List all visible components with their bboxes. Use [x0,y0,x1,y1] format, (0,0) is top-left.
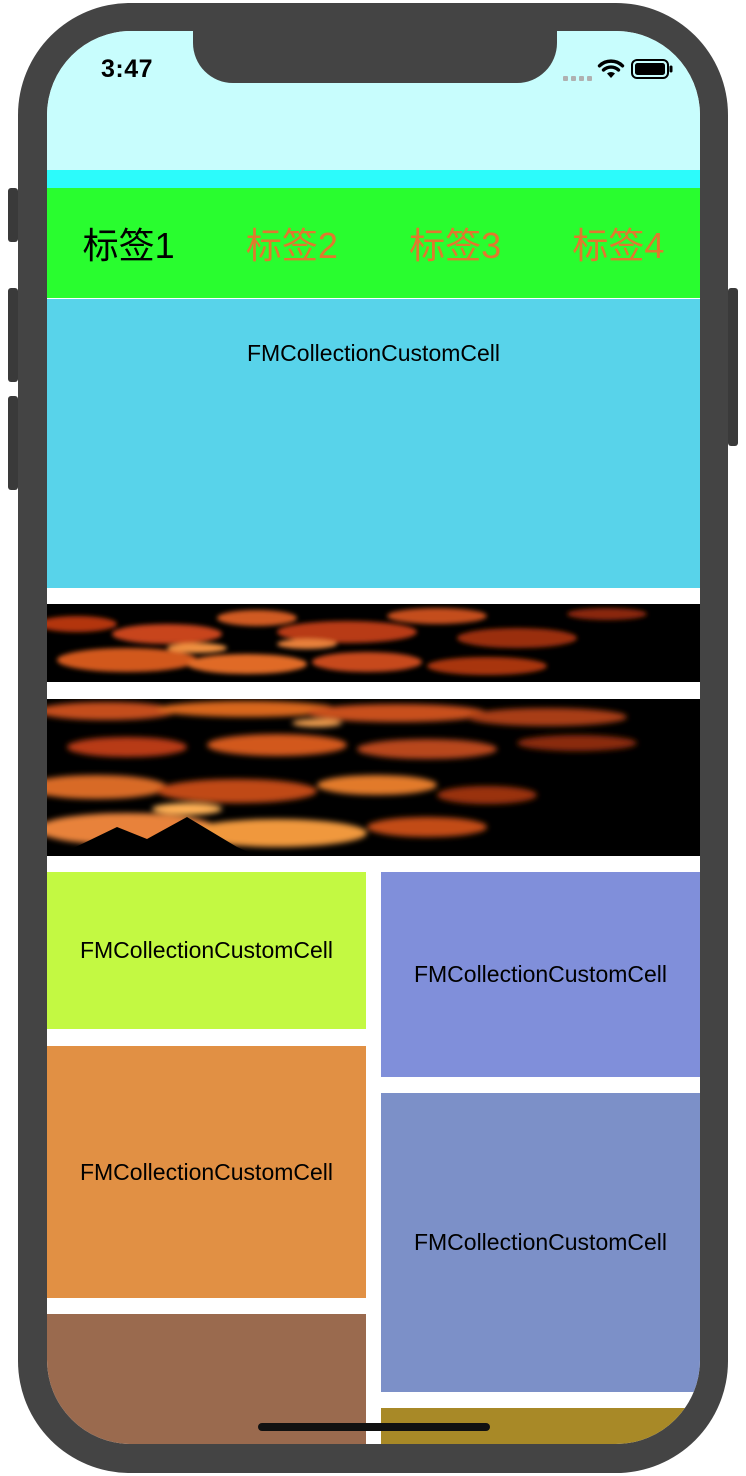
tab-3[interactable]: 标签3 [409,217,501,269]
notch [193,31,557,83]
status-time: 3:47 [101,55,154,83]
collection-cell-left-2[interactable]: FMCollectionCustomCell [47,1046,366,1298]
collection-cell-left-1[interactable]: FMCollectionCustomCell [47,872,366,1029]
battery-icon [631,59,673,79]
cell-label: FMCollectionCustomCell [246,340,501,366]
cell-label: FMCollectionCustomCell [79,937,334,963]
silent-switch[interactable] [8,188,18,242]
cell-label: FMCollectionCustomCell [413,961,668,987]
tab-2[interactable]: 标签2 [246,217,338,269]
volume-up-button[interactable] [8,288,18,382]
cloud-image-banner-2[interactable] [47,699,700,856]
screen: 3:47 标签1 标签2 标签3 标签4 FMCollectionCustomC… [47,31,700,1444]
volume-down-button[interactable] [8,396,18,490]
home-indicator[interactable] [258,1423,490,1431]
tab-bar: 标签1 标签2 标签3 标签4 [47,188,700,298]
collection-cell-top[interactable]: FMCollectionCustomCell [47,299,700,588]
cellular-signal-icon [563,76,592,81]
power-button[interactable] [728,288,738,446]
cell-label: FMCollectionCustomCell [79,1158,334,1185]
wifi-icon [597,59,625,78]
tab-1[interactable]: 标签1 [83,217,175,269]
cell-label: FMCollectionCustomCell [413,1229,668,1255]
header-divider [47,170,700,188]
tab-4[interactable]: 标签4 [572,217,664,269]
collection-cell-right-2[interactable]: FMCollectionCustomCell [381,1093,700,1392]
cloud-image-banner-1[interactable] [47,604,700,682]
collection-cell-right-1[interactable]: FMCollectionCustomCell [381,872,700,1077]
